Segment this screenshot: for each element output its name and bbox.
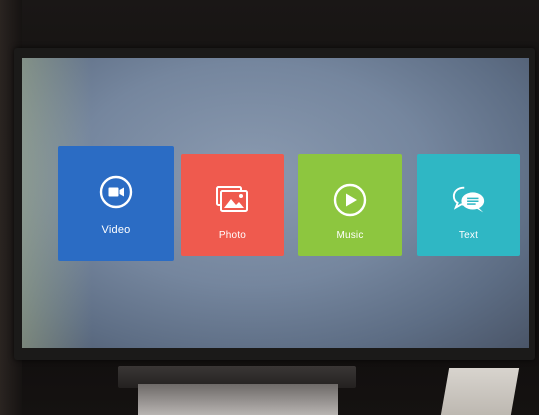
music-label: Music: [336, 230, 364, 241]
tv-screen: Video Photo Music Text: [22, 58, 529, 348]
music-tile[interactable]: Music: [298, 154, 402, 256]
chat-bubbles-icon: [451, 182, 487, 218]
photo-tile[interactable]: Photo: [181, 154, 284, 256]
video-label: Video: [101, 224, 131, 236]
video-tile[interactable]: Video: [58, 146, 174, 261]
photo-icon: [215, 182, 251, 218]
text-label: Text: [458, 230, 479, 241]
text-tile[interactable]: Text: [417, 154, 520, 256]
play-icon: [332, 182, 368, 218]
device-box: [440, 368, 520, 415]
video-camera-icon: [98, 174, 134, 210]
tv-stand-base: [138, 384, 338, 415]
photo-label: Photo: [218, 230, 247, 241]
